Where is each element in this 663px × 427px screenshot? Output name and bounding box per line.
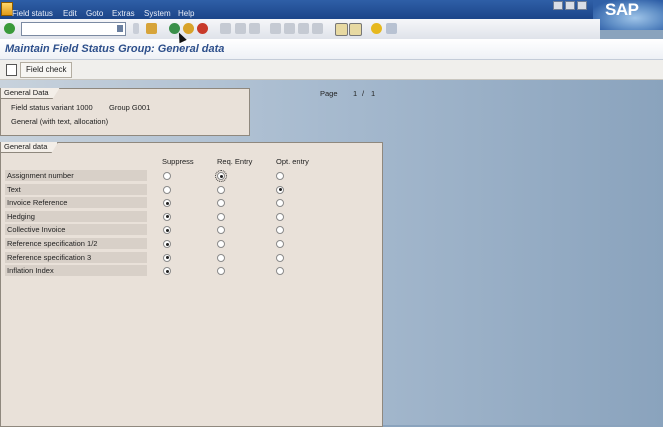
previous-page-icon[interactable] xyxy=(284,23,295,34)
enter-icon[interactable] xyxy=(4,23,15,34)
field-label: Hedging xyxy=(5,210,147,222)
optional-radio[interactable] xyxy=(276,240,284,248)
menu-system[interactable]: System xyxy=(144,9,171,18)
field-label: Reference specification 1/2 xyxy=(5,238,147,249)
find-next-icon[interactable] xyxy=(249,23,260,34)
menu-goto[interactable]: Goto xyxy=(86,9,103,18)
minimize-icon[interactable] xyxy=(553,1,563,10)
required-radio[interactable] xyxy=(217,185,225,194)
layout-icon[interactable] xyxy=(386,23,397,34)
suppress-radio[interactable] xyxy=(163,240,171,248)
required-radio[interactable] xyxy=(217,240,225,248)
optional-radio[interactable] xyxy=(276,267,284,276)
suppress-radio[interactable] xyxy=(163,212,171,221)
new-session-icon[interactable] xyxy=(335,23,348,36)
maximize-icon[interactable] xyxy=(565,1,575,10)
suppress-radio[interactable] xyxy=(163,267,171,276)
general-data-fields-tab: General data xyxy=(1,142,59,153)
shortcut-icon[interactable] xyxy=(349,23,362,36)
field-label: Text xyxy=(5,183,147,195)
column-opt-entry: Opt. entry xyxy=(276,157,309,166)
suppress-radio[interactable] xyxy=(163,199,171,208)
required-radio[interactable] xyxy=(217,199,225,208)
application-toolbar: Field check xyxy=(0,60,663,80)
document-icon[interactable] xyxy=(6,64,17,76)
required-radio[interactable] xyxy=(217,226,225,235)
exit-icon[interactable] xyxy=(183,23,194,34)
save-icon[interactable] xyxy=(146,23,157,34)
page-separator: / xyxy=(362,89,365,98)
find-icon[interactable] xyxy=(235,23,246,34)
suppress-radio[interactable] xyxy=(163,185,171,194)
collapse-icon[interactable] xyxy=(133,23,139,34)
menu-bar: Field status Edit Goto Extras System Hel… xyxy=(0,0,663,30)
optional-radio[interactable] xyxy=(276,212,284,221)
field-check-button[interactable]: Field check xyxy=(20,62,73,78)
optional-radio[interactable] xyxy=(276,172,284,180)
optional-radio[interactable] xyxy=(276,199,284,208)
field-label: Reference specification 3 xyxy=(5,251,147,263)
menu-field-status[interactable]: Field status xyxy=(12,9,53,18)
required-radio[interactable] xyxy=(217,212,225,221)
standard-toolbar xyxy=(0,19,600,40)
workspace: General Data Field status variant 1000 G… xyxy=(0,80,663,427)
first-page-icon[interactable] xyxy=(270,23,281,34)
print-icon[interactable] xyxy=(220,23,231,34)
menu-help[interactable]: Help xyxy=(178,9,194,18)
suppress-radio[interactable] xyxy=(163,226,171,235)
group-description: General (with text, allocation) xyxy=(11,117,109,126)
page-title: Maintain Field Status Group: General dat… xyxy=(5,43,225,55)
suppress-radio[interactable] xyxy=(163,253,171,262)
field-status-variant: Field status variant 1000 xyxy=(11,103,93,112)
required-radio[interactable] xyxy=(215,170,227,182)
column-req-entry: Req. Entry xyxy=(217,157,253,166)
general-data-box: General Data Field status variant 1000 G… xyxy=(0,88,250,136)
help-icon[interactable] xyxy=(371,23,382,34)
optional-radio[interactable] xyxy=(276,253,284,262)
menu-extras[interactable]: Extras xyxy=(112,9,135,18)
command-field[interactable] xyxy=(21,22,126,36)
field-label: Invoice Reference xyxy=(5,197,147,209)
optional-radio[interactable] xyxy=(276,226,284,235)
optional-radio[interactable] xyxy=(276,185,284,194)
general-data-tab: General Data xyxy=(1,88,60,99)
group-label: Group G001 xyxy=(109,103,151,112)
close-window-icon[interactable] xyxy=(577,1,587,10)
chevron-down-icon[interactable] xyxy=(117,25,123,32)
required-radio[interactable] xyxy=(217,253,225,262)
suppress-radio[interactable] xyxy=(163,172,171,180)
page-total: 1 xyxy=(371,89,376,98)
field-label: Collective Invoice xyxy=(5,224,147,236)
next-page-icon[interactable] xyxy=(298,23,309,34)
page-current: 1 xyxy=(353,89,358,98)
menu-edit[interactable]: Edit xyxy=(63,9,77,18)
required-radio[interactable] xyxy=(217,267,225,276)
last-page-icon[interactable] xyxy=(312,23,323,34)
field-label: Assignment number xyxy=(5,170,147,181)
cancel-icon[interactable] xyxy=(197,23,208,34)
column-suppress: Suppress xyxy=(162,157,194,166)
page-label: Page xyxy=(320,89,338,98)
title-bar: Maintain Field Status Group: General dat… xyxy=(0,39,663,60)
field-label: Inflation Index xyxy=(5,265,147,277)
general-data-fields-box: General data Suppress Req. Entry Opt. en… xyxy=(0,142,383,427)
sap-logo: SAP xyxy=(593,0,663,30)
